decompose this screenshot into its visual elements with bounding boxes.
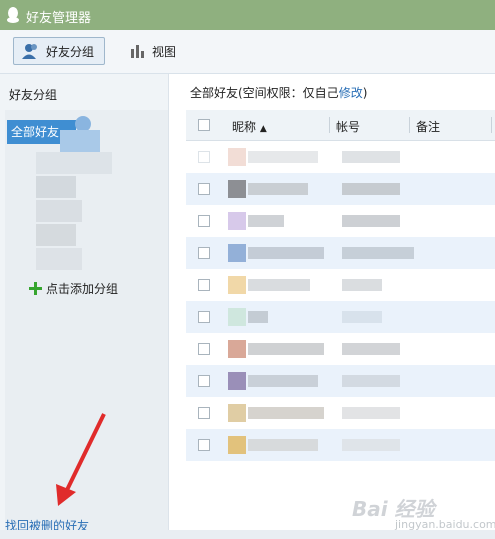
table-row[interactable] [186,301,495,333]
blurred-nickname [248,375,318,387]
table-row[interactable] [186,237,495,269]
header-text: 全部好友(空间权限：仅自己 [190,86,339,100]
row-checkbox[interactable] [198,407,210,419]
row-checkbox[interactable] [198,151,210,163]
blurred-account [342,439,400,451]
avatar [228,244,246,262]
friends-header: 全部好友(空间权限：仅自己修改) [190,84,367,101]
table-row[interactable] [186,141,495,173]
status-bar [0,530,495,539]
column-header-nickname[interactable]: 昵称 ▲ [232,118,267,135]
blurred-account [342,311,382,323]
table-row[interactable] [186,173,495,205]
avatar [228,212,246,230]
avatar [228,308,246,326]
add-group-label: 点击添加分组 [46,282,119,296]
row-checkbox[interactable] [198,375,210,387]
blurred-nickname [248,311,268,323]
column-divider[interactable] [329,117,330,133]
blurred-nickname [248,215,284,227]
table-row[interactable] [186,429,495,461]
column-header-remark[interactable]: 备注 [416,118,440,135]
qq-penguin-icon [7,7,19,23]
avatar [228,148,246,166]
row-checkbox[interactable] [198,279,210,291]
blurred-account [342,247,414,259]
table-row[interactable] [186,333,495,365]
avatar [228,372,246,390]
blurred-account [342,279,382,291]
table-row[interactable] [186,269,495,301]
row-checkbox[interactable] [198,439,210,451]
annotation-arrow-icon [56,413,106,506]
sidebar-heading: 好友分组 [9,88,58,102]
blurred-account [342,183,400,195]
row-checkbox[interactable] [198,183,210,195]
blurred-nickname [248,343,324,355]
avatar [228,436,246,454]
row-checkbox[interactable] [198,311,210,323]
view-label: 视图 [152,44,177,59]
blurred-group-list [30,116,116,276]
toolbar: 好友分组 视图 [0,30,495,74]
bar-chart-icon [131,45,144,58]
blurred-account [342,375,400,387]
avatar [228,180,246,198]
title-bar: 好友管理器 [0,0,495,30]
table-row[interactable] [186,205,495,237]
sort-asc-icon: ▲ [259,124,267,134]
header-suffix: ) [362,86,368,100]
blurred-account [342,215,400,227]
add-group-button[interactable]: 点击添加分组 [29,280,118,297]
friends-table: 昵称 ▲ 帐号 备注 [186,110,495,461]
view-button[interactable]: 视图 [122,37,192,65]
blurred-nickname [248,183,308,195]
row-checkbox[interactable] [198,247,210,259]
blurred-nickname [248,247,324,259]
blurred-account [342,151,400,163]
blurred-nickname [248,407,324,419]
row-checkbox[interactable] [198,343,210,355]
avatar [228,404,246,422]
table-header: 昵称 ▲ 帐号 备注 [186,110,495,141]
blurred-nickname [248,439,318,451]
blurred-account [342,343,400,355]
plus-icon [29,282,42,295]
blurred-nickname [248,279,310,291]
edit-permission-link[interactable]: 修改 [339,86,363,100]
contacts-icon [22,44,37,59]
friend-group-button[interactable]: 好友分组 [13,37,105,65]
column-divider[interactable] [409,117,410,133]
table-row[interactable] [186,397,495,429]
row-checkbox[interactable] [198,215,210,227]
table-row[interactable] [186,365,495,397]
watermark-url: jingyan.baidu.com [395,518,495,531]
blurred-nickname [248,151,318,163]
avatar [228,340,246,358]
avatar [228,276,246,294]
friend-group-label: 好友分组 [46,44,95,59]
select-all-checkbox[interactable] [198,119,210,131]
column-header-account[interactable]: 帐号 [336,118,360,135]
window-title: 好友管理器 [26,11,92,26]
column-divider[interactable] [491,117,492,133]
blurred-account [342,407,400,419]
